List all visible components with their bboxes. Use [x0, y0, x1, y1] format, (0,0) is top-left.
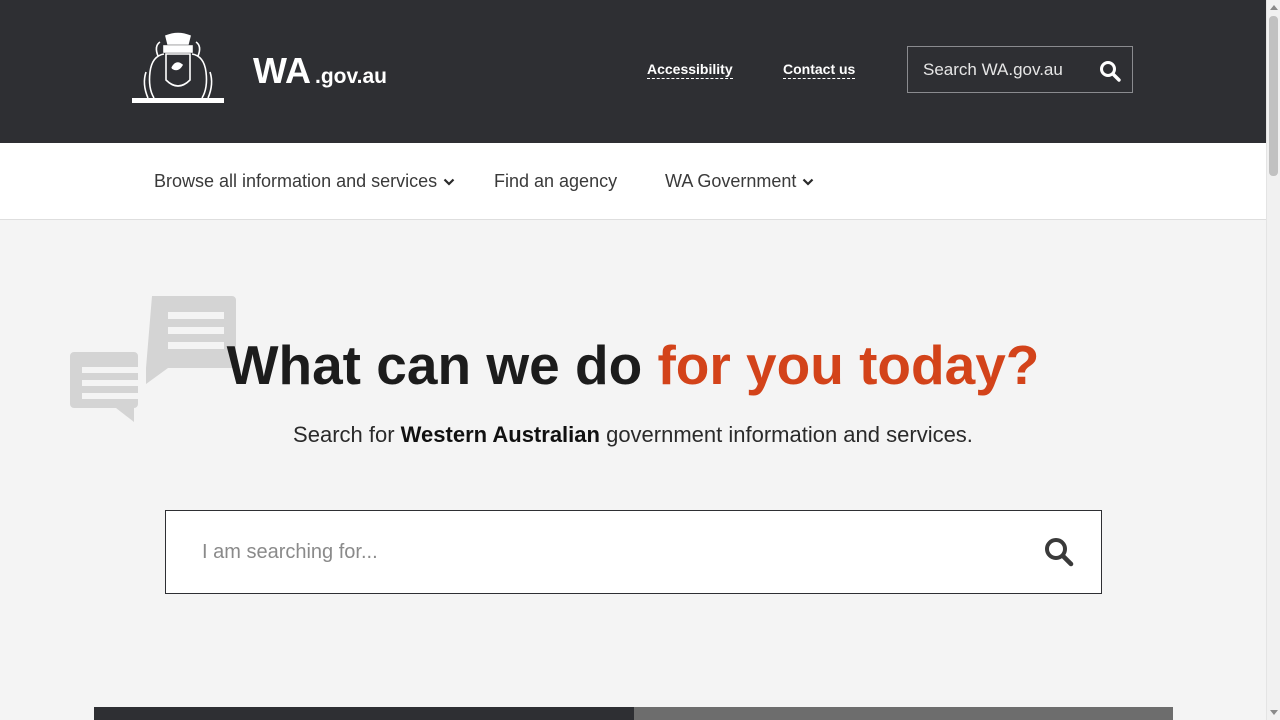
nav-browse-all[interactable]: Browse all information and services: [154, 171, 455, 192]
nav-find-agency-label: Find an agency: [494, 171, 618, 191]
page-subtitle: Search for Western Australian government…: [0, 422, 1266, 448]
accessibility-link[interactable]: Accessibility: [647, 61, 733, 79]
main-navigation: Browse all information and services Find…: [0, 143, 1266, 220]
page-title: What can we do for you today?: [0, 333, 1266, 397]
title-part-accent: for you today?: [657, 334, 1040, 396]
site-header: WA .gov.au Accessibility Contact us: [0, 0, 1266, 143]
chevron-down-icon: [803, 178, 814, 186]
wa-coat-of-arms-icon[interactable]: [128, 32, 228, 106]
subtitle-bold: Western Australian: [400, 422, 600, 447]
nav-wa-government[interactable]: WA Government: [665, 171, 814, 192]
scroll-up-arrow-icon[interactable]: [1270, 5, 1278, 10]
nav-browse-all-label: Browse all information and services: [154, 171, 438, 191]
nav-find-agency[interactable]: Find an agency: [494, 171, 617, 192]
contact-us-link[interactable]: Contact us: [783, 61, 856, 79]
main-search-box: [165, 510, 1102, 594]
scrollbar-thumb[interactable]: [1269, 16, 1278, 176]
chevron-down-icon: [443, 178, 455, 186]
brand-main: WA: [253, 50, 311, 91]
header-search-input[interactable]: [908, 47, 1088, 92]
page-scrollbar[interactable]: [1266, 0, 1280, 720]
title-part-dark: What can we do: [226, 334, 643, 396]
nav-wa-government-label: WA Government: [665, 171, 797, 191]
bottom-panel-grey: [634, 707, 1173, 720]
subtitle-prefix: Search for: [293, 422, 395, 447]
brand-suffix: .gov.au: [315, 65, 387, 88]
bottom-panel-dark: [94, 707, 634, 720]
search-icon[interactable]: [1043, 536, 1075, 568]
search-icon[interactable]: [1098, 59, 1122, 83]
site-logo[interactable]: WA .gov.au: [253, 50, 387, 92]
header-search: [907, 46, 1133, 93]
subtitle-suffix: government information and services.: [606, 422, 973, 447]
scroll-down-arrow-icon[interactable]: [1270, 710, 1278, 715]
main-search-input[interactable]: [166, 511, 1026, 593]
